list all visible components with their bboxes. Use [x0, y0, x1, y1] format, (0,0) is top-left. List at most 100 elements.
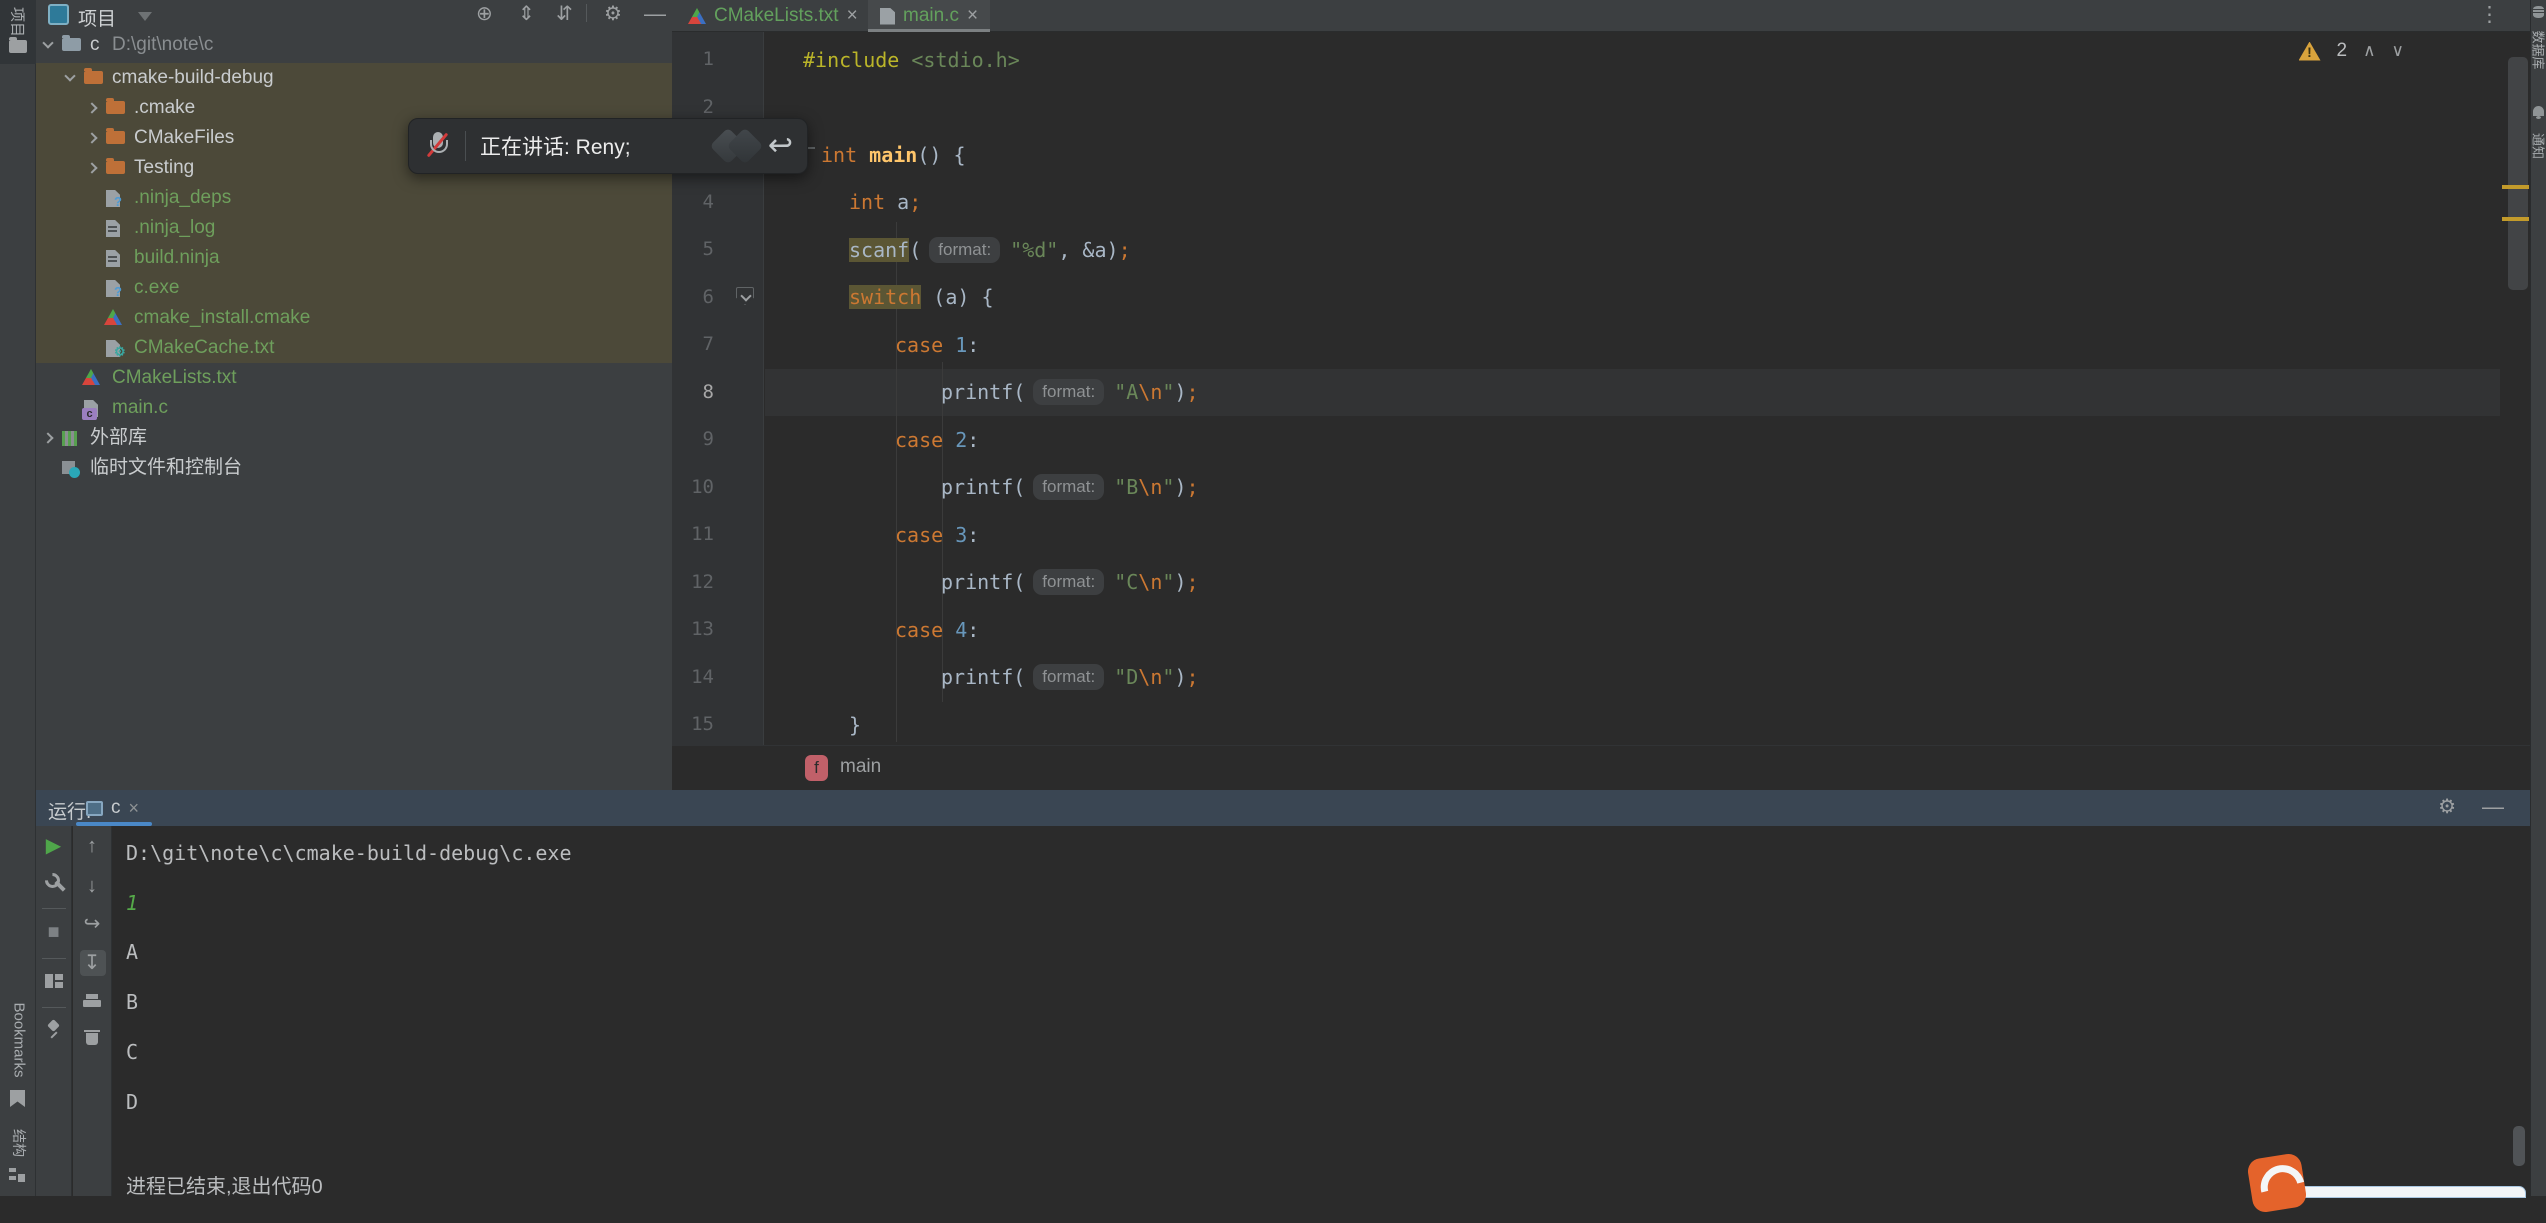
breadcrumb-function-name[interactable]: main	[840, 756, 881, 778]
line-number: 15	[672, 701, 714, 745]
bookmark-icon[interactable]	[10, 1090, 25, 1107]
question-mark-icon: ?	[114, 195, 122, 209]
more-tabs-icon[interactable]: ⋮	[2479, 2, 2500, 27]
chevron-right-icon[interactable]	[86, 102, 97, 113]
stripe-button-project[interactable]: 项目	[0, 0, 36, 64]
line-number: 6	[672, 274, 714, 322]
line-number: 1	[672, 36, 714, 84]
tree-row-ninja-log[interactable]: .ninja_log	[36, 213, 672, 243]
stripe-project-label: 项目	[8, 7, 29, 37]
console-output-line: C	[126, 1037, 138, 1067]
project-panel-title: 项目	[78, 4, 116, 31]
prev-warning-icon[interactable]: ∧	[2363, 41, 2375, 61]
restore-layout-button[interactable]	[36, 970, 71, 994]
panel-settings-gear-icon[interactable]: ⚙	[604, 2, 622, 26]
code-line-8: printf(format:"A\n");	[765, 369, 1199, 417]
code-line-14: printf(format:"D\n");	[765, 654, 1199, 702]
tree-row-scratches[interactable]: 临时文件和控制台	[36, 453, 672, 483]
warning-stripe-mark[interactable]	[2502, 217, 2529, 221]
collapse-all-icon[interactable]: ⇵	[556, 2, 573, 26]
console-icon	[86, 801, 103, 816]
console-user-input[interactable]: 1	[126, 888, 138, 918]
folder-icon	[106, 131, 125, 144]
tree-row-cmakecache[interactable]: ⚙ CMakeCache.txt	[36, 333, 672, 363]
hide-panel-icon[interactable]: —	[644, 2, 666, 26]
console-scrollbar[interactable]	[2513, 1126, 2525, 1166]
tree-row-root[interactable]: c D:\git\note\c	[36, 30, 672, 60]
chevron-right-icon[interactable]	[86, 132, 97, 143]
hide-run-panel-icon[interactable]: —	[2482, 795, 2504, 819]
tree-row-c-exe[interactable]: ? c.exe	[36, 273, 672, 303]
line-number: 10	[672, 464, 714, 512]
code-line-1: #include <stdio.h>	[765, 36, 1020, 84]
locate-file-icon[interactable]: ⊕	[476, 2, 493, 26]
layout-icon	[45, 974, 63, 988]
cmake-file-icon	[82, 369, 100, 385]
text-file-icon	[106, 220, 120, 237]
ime-logo-icon[interactable]	[2246, 1152, 2308, 1214]
stop-button[interactable]: ■	[36, 920, 71, 944]
tree-label: cmake_install.cmake	[134, 303, 310, 333]
warning-icon	[2299, 42, 2321, 61]
tab-label: main.c	[903, 5, 959, 27]
build-settings-button[interactable]	[36, 872, 71, 896]
code-line-6: switch (a) {	[765, 274, 994, 322]
stripe-notifications-label[interactable]: 通知	[2530, 133, 2546, 159]
header-divider	[586, 4, 587, 22]
chevron-right-icon[interactable]	[86, 162, 97, 173]
print-button[interactable]	[73, 992, 111, 1016]
bell-icon[interactable]	[2533, 106, 2544, 116]
stripe-structure-label[interactable]: 结构	[9, 1129, 29, 1157]
tab-cmakelists[interactable]: CMakeLists.txt ×	[676, 0, 870, 32]
editor-region: CMakeLists.txt × main.c × ⋮ 1 2 4 5 6 7 …	[672, 0, 2530, 790]
structure-icon[interactable]	[9, 1168, 16, 1182]
database-icon[interactable]	[2533, 6, 2544, 18]
chevron-right-icon[interactable]	[42, 432, 53, 443]
close-icon[interactable]: ×	[967, 5, 978, 27]
close-icon[interactable]: ×	[129, 798, 140, 819]
text-file-icon	[106, 250, 120, 267]
pin-tab-button[interactable]	[36, 1019, 71, 1043]
tab-main-c[interactable]: main.c ×	[868, 0, 990, 32]
tree-row-main-c[interactable]: c main.c	[36, 393, 672, 423]
chevron-down-icon[interactable]	[42, 37, 53, 48]
warning-stripe-mark[interactable]	[2502, 185, 2529, 189]
line-number: 11	[672, 511, 714, 559]
tree-row-external-libraries[interactable]: 外部库	[36, 423, 672, 453]
tree-row-build-ninja[interactable]: build.ninja	[36, 243, 672, 273]
scroll-to-end-button[interactable]: ↧	[73, 951, 111, 975]
line-number: 4	[672, 179, 714, 227]
stripe-database-label[interactable]: 数据库	[2530, 30, 2546, 69]
project-dropdown-icon[interactable]	[138, 12, 152, 21]
ime-toolbar[interactable]	[2296, 1186, 2526, 1198]
close-icon[interactable]: ×	[847, 5, 858, 27]
root-folder-icon	[62, 38, 81, 51]
tree-row-cmakelists[interactable]: CMakeLists.txt	[36, 363, 672, 393]
tree-row-ninja-deps[interactable]: ? .ninja_deps	[36, 183, 672, 213]
chevron-down-icon[interactable]	[64, 70, 75, 81]
toolbar-divider	[42, 908, 66, 909]
run-settings-gear-icon[interactable]: ⚙	[2438, 795, 2456, 819]
tree-row-cmake-install[interactable]: cmake_install.cmake	[36, 303, 672, 333]
line-number: 14	[672, 654, 714, 702]
project-folder-icon	[9, 40, 27, 53]
up-stacktrace-button[interactable]: ↑	[73, 834, 111, 858]
console-command-line[interactable]: D:\git\note\c\cmake-build-debug\c.exe	[126, 838, 572, 868]
code-editor[interactable]: 1 2 4 5 6 7 8 9 10 11 12 13 14 15 #inclu…	[672, 32, 2530, 745]
mic-slash	[427, 133, 449, 158]
run-toolbar-console: ↑ ↓ ↪ ↧	[73, 826, 112, 1196]
folder-icon	[84, 71, 103, 84]
soft-wrap-button[interactable]: ↪	[73, 912, 111, 936]
rerun-button[interactable]: ▶	[36, 834, 71, 858]
editor-scrollbar[interactable]	[2508, 57, 2528, 290]
expand-all-icon[interactable]: ⇕	[518, 2, 535, 26]
down-stacktrace-button[interactable]: ↓	[73, 874, 111, 898]
inspections-widget[interactable]: 2 ∧ ∨	[2299, 40, 2404, 62]
stripe-bookmarks-label[interactable]: Bookmarks	[11, 1002, 28, 1077]
next-warning-icon[interactable]: ∨	[2392, 41, 2404, 61]
tree-row-cmake-build-debug[interactable]: cmake-build-debug	[36, 63, 672, 93]
run-console-tab[interactable]: c ×	[78, 790, 147, 826]
tree-label: CMakeLists.txt	[112, 363, 237, 393]
clear-console-button[interactable]	[73, 1028, 111, 1052]
scratches-icon	[62, 461, 75, 474]
